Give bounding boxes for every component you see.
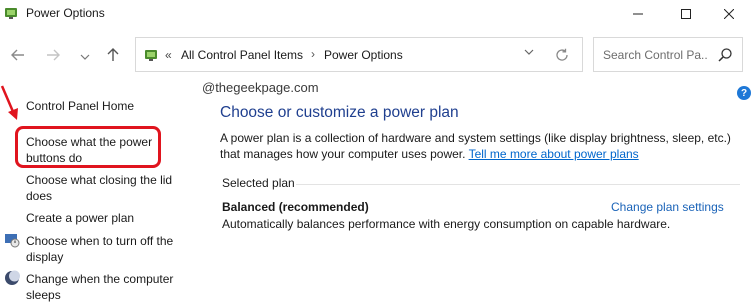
power-options-icon: [145, 50, 157, 61]
back-button[interactable]: [7, 44, 29, 66]
section-divider: [296, 184, 740, 185]
search-icon[interactable]: [717, 47, 733, 63]
sleep-moon-icon: [5, 270, 20, 285]
close-icon: [724, 9, 734, 19]
address-dropdown-button[interactable]: [524, 48, 534, 59]
create-power-plan-link[interactable]: Create a power plan: [26, 210, 134, 226]
learn-more-link[interactable]: Tell me more about power plans: [469, 147, 639, 161]
arrow-right-icon: [47, 49, 60, 61]
window-title: Power Options: [26, 6, 105, 20]
watermark: @thegeekpage.com: [202, 80, 319, 95]
minimize-button[interactable]: [616, 0, 660, 28]
search-input[interactable]: Search Control Pa...: [603, 48, 707, 62]
up-button[interactable]: [102, 44, 124, 66]
forward-button[interactable]: [42, 44, 64, 66]
breadcrumb-power-options[interactable]: Power Options: [324, 48, 403, 62]
power-options-app-icon: [5, 8, 17, 19]
breadcrumb-separator[interactable]: ›: [311, 47, 315, 61]
maximize-button[interactable]: [664, 0, 708, 28]
recent-locations-button[interactable]: [74, 46, 96, 68]
annotation-highlight-box: [15, 126, 161, 168]
control-panel-home-link[interactable]: Control Panel Home: [26, 98, 134, 114]
turn-off-display-link[interactable]: Choose when to turn off the display: [26, 233, 186, 265]
chevron-down-icon: [80, 54, 90, 60]
computer-sleeps-link[interactable]: Change when the computer sleeps: [26, 271, 186, 303]
refresh-button[interactable]: [552, 45, 572, 65]
arrow-up-icon: [107, 48, 119, 61]
minimize-icon: [633, 13, 643, 15]
annotation-arrow: [0, 85, 18, 120]
display-timer-icon: [5, 234, 20, 248]
help-button[interactable]: ?: [737, 86, 751, 100]
refresh-icon: [556, 48, 568, 61]
page-description: A power plan is a collection of hardware…: [220, 130, 740, 162]
closing-lid-link[interactable]: Choose what closing the lid does: [26, 172, 181, 204]
chevron-down-icon: [524, 49, 534, 55]
plan-description: Automatically balances performance with …: [222, 217, 671, 231]
plan-name: Balanced (recommended): [222, 200, 369, 214]
selected-plan-label: Selected plan: [222, 176, 295, 190]
search-box[interactable]: Search Control Pa...: [593, 37, 743, 72]
address-bar[interactable]: « All Control Panel Items › Power Option…: [135, 37, 583, 72]
page-title: Choose or customize a power plan: [220, 104, 459, 121]
breadcrumb-all-control-panel-items[interactable]: All Control Panel Items: [181, 48, 303, 62]
close-button[interactable]: [707, 0, 751, 28]
question-mark-icon: ?: [740, 87, 748, 99]
arrow-left-icon: [11, 49, 24, 61]
title-bar: Power Options: [0, 0, 751, 28]
maximize-icon: [681, 9, 691, 19]
breadcrumb-overflow[interactable]: «: [165, 48, 172, 62]
change-plan-settings-link[interactable]: Change plan settings: [611, 200, 724, 214]
